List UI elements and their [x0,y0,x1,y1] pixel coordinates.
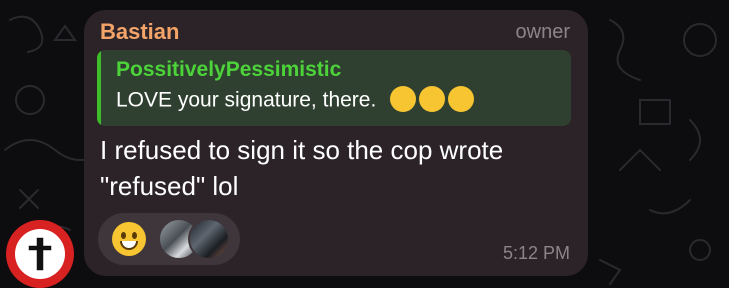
reply-accent-bar [97,50,101,126]
reply-text: LOVE your signature, there. [116,88,377,112]
reactor-avatar-driver[interactable] [188,218,230,260]
reaction-chip[interactable] [98,213,240,265]
reply-quote[interactable]: PossitivelyPessimistic LOVE your signatu… [97,50,571,126]
reply-author: PossitivelyPessimistic [116,58,342,81]
sender-role-badge: owner [515,21,570,43]
message-timestamp: 5:12 PM [502,243,570,263]
message-bubble[interactable]: Bastian owner PossitivelyPessimistic LOV… [84,10,588,276]
rolling-on-floor-laughing-emoji-icon [390,86,417,112]
cross-icon [27,236,53,272]
sender-avatar[interactable] [6,220,74,288]
grinning-sweat-emoji-icon [448,86,475,112]
message-text: I refused to sign it so the cop wrote "r… [100,135,504,201]
grinning-face-emoji-icon [112,222,146,256]
tears-of-joy-emoji-icon [419,86,446,112]
sender-name[interactable]: Bastian [100,19,179,45]
reply-text-line: LOVE your signature, there. [116,86,477,114]
